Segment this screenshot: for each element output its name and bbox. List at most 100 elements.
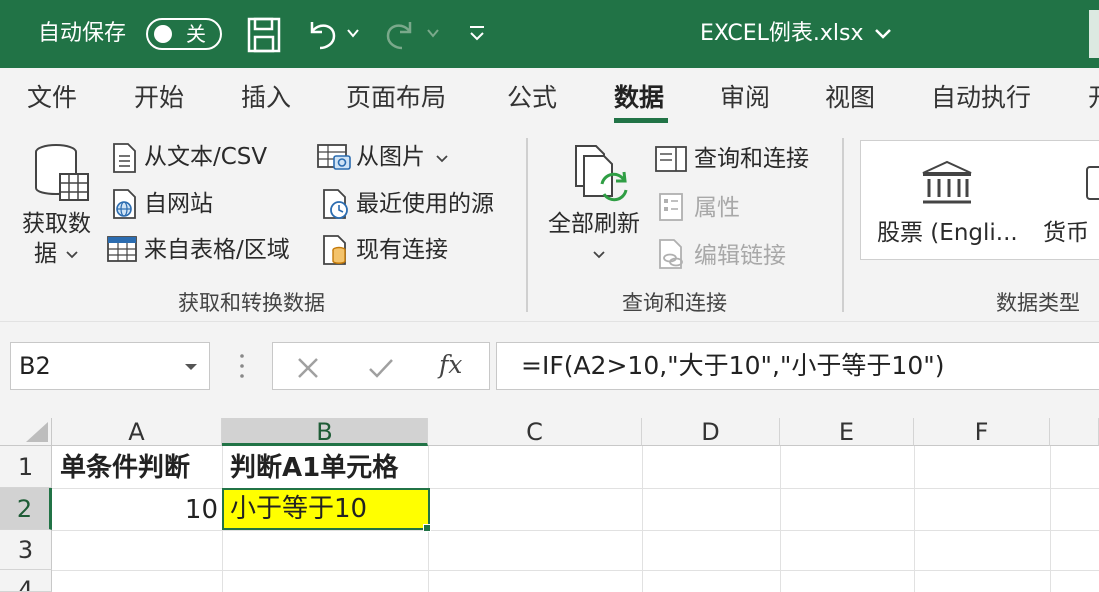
table-range-icon[interactable] bbox=[106, 234, 138, 264]
undo-dropdown-icon[interactable] bbox=[346, 26, 360, 40]
cell-b2-value: 小于等于10 bbox=[230, 494, 368, 524]
grid-line bbox=[642, 446, 643, 592]
grid-line bbox=[52, 570, 1099, 571]
file-title[interactable]: EXCEL例表.xlsx bbox=[700, 20, 864, 48]
name-box-dropdown-icon[interactable] bbox=[183, 361, 199, 373]
properties-button: 属性 bbox=[694, 195, 740, 221]
recent-sources-button[interactable]: 最近使用的源 bbox=[356, 190, 494, 218]
formula-bar-grip-icon[interactable] bbox=[238, 352, 246, 380]
ribbon-tabs: 文件 开始 插入 页面布局 公式 数据 审阅 视图 自动执行 开 bbox=[0, 68, 1099, 126]
select-all-corner[interactable] bbox=[0, 418, 52, 446]
formula-buttons: fx bbox=[272, 342, 490, 390]
fill-handle[interactable] bbox=[423, 524, 431, 532]
name-box[interactable]: B2 bbox=[10, 342, 210, 390]
cell-b1[interactable]: 判断A1单元格 bbox=[230, 450, 398, 486]
stocks-data-type[interactable]: 股票 (Engli... bbox=[877, 219, 1018, 247]
tab-insert[interactable]: 插入 bbox=[241, 82, 291, 114]
formula-text: =IF(A2>10,"大于10","小于等于10") bbox=[521, 351, 945, 380]
tab-data[interactable]: 数据 bbox=[614, 82, 664, 114]
existing-connections-button[interactable]: 现有连接 bbox=[356, 236, 448, 264]
grid-line bbox=[1050, 446, 1051, 592]
title-chevron-down-icon[interactable] bbox=[874, 26, 892, 42]
edit-links-button: 编辑链接 bbox=[694, 243, 786, 269]
from-picture-button[interactable]: 从图片 bbox=[356, 143, 425, 171]
autosave-toggle[interactable]: 关 bbox=[146, 18, 222, 50]
currency-icon[interactable] bbox=[1083, 163, 1099, 203]
row-header-4[interactable]: 4 bbox=[0, 570, 52, 592]
recent-sources-icon[interactable] bbox=[320, 188, 350, 220]
title-bar: 自动保存 关 EXCEL例表.xlsx bbox=[0, 0, 1099, 68]
grid-line bbox=[52, 530, 1099, 531]
row-header-3[interactable]: 3 bbox=[0, 530, 52, 570]
data-types-gallery[interactable]: 股票 (Engli... 货币 bbox=[860, 140, 1099, 260]
customize-toolbar-icon[interactable] bbox=[468, 24, 486, 44]
active-tab-underline bbox=[614, 118, 668, 123]
from-web-button[interactable]: 自网站 bbox=[144, 190, 213, 218]
existing-connections-icon[interactable] bbox=[320, 234, 350, 266]
currency-data-type[interactable]: 货币 bbox=[1043, 219, 1089, 247]
queries-connections-icon[interactable] bbox=[654, 144, 688, 174]
redo-dropdown-icon bbox=[427, 29, 439, 38]
column-header-f[interactable]: F bbox=[914, 418, 1050, 446]
tab-automate[interactable]: 自动执行 bbox=[931, 82, 1031, 114]
properties-icon bbox=[659, 193, 683, 221]
grid-line bbox=[780, 446, 781, 592]
from-table-range-button[interactable]: 来自表格/区域 bbox=[144, 236, 290, 264]
web-icon[interactable] bbox=[110, 188, 138, 220]
tab-home[interactable]: 开始 bbox=[134, 82, 184, 114]
database-icon[interactable] bbox=[32, 142, 92, 204]
column-header-g-partial[interactable] bbox=[1050, 418, 1099, 446]
grid-line bbox=[914, 446, 915, 592]
get-data-label-1[interactable]: 获取数 bbox=[22, 210, 91, 238]
insert-function-button[interactable]: fx bbox=[439, 351, 462, 379]
tab-developer-partial[interactable]: 开 bbox=[1088, 82, 1099, 114]
cancel-entry-icon[interactable] bbox=[295, 355, 321, 381]
grid-line bbox=[52, 488, 1099, 489]
select-all-triangle-icon[interactable] bbox=[18, 420, 50, 444]
get-data-label-2[interactable]: 据 bbox=[34, 240, 57, 268]
cell-b2[interactable]: 小于等于10 bbox=[222, 488, 430, 530]
formula-input[interactable]: =IF(A2>10,"大于10","小于等于10") bbox=[496, 342, 1099, 390]
group-label-get-transform: 获取和转换数据 bbox=[178, 291, 325, 315]
cell-a2[interactable]: 10 bbox=[60, 492, 218, 528]
from-text-csv-button[interactable]: 从文本/CSV bbox=[144, 143, 267, 171]
from-picture-chevron-icon[interactable] bbox=[436, 154, 448, 164]
spreadsheet-grid: A B C D E F 1 2 3 4 单条件判断 判断A1单元格 10 小于等… bbox=[0, 418, 1099, 592]
group-label-data-types: 数据类型 bbox=[996, 291, 1080, 315]
column-header-d[interactable]: D bbox=[642, 418, 780, 446]
name-box-value: B2 bbox=[19, 352, 51, 380]
confirm-entry-icon[interactable] bbox=[367, 355, 395, 381]
text-file-icon[interactable] bbox=[110, 142, 138, 174]
autosave-state: 关 bbox=[186, 22, 206, 46]
row-header-1[interactable]: 1 bbox=[0, 446, 52, 488]
tab-view[interactable]: 视图 bbox=[825, 82, 875, 114]
tab-review[interactable]: 审阅 bbox=[720, 82, 770, 114]
tab-file[interactable]: 文件 bbox=[27, 82, 77, 114]
toggle-knob bbox=[154, 25, 172, 43]
group-label-queries: 查询和连接 bbox=[622, 291, 727, 315]
autosave-label: 自动保存 bbox=[38, 21, 127, 46]
column-header-c[interactable]: C bbox=[428, 418, 642, 446]
refresh-all-chevron-icon[interactable] bbox=[593, 250, 605, 260]
stocks-bank-icon[interactable] bbox=[919, 159, 975, 207]
refresh-all-icon[interactable] bbox=[570, 142, 632, 206]
row-header-2[interactable]: 2 bbox=[0, 488, 52, 530]
refresh-all-button[interactable]: 全部刷新 bbox=[548, 210, 640, 238]
formula-bar-area: B2 fx =IF(A2>10,"大于10","小于等于10") bbox=[0, 322, 1099, 418]
tab-page-layout[interactable]: 页面布局 bbox=[346, 82, 446, 114]
window-edge-strip bbox=[1089, 10, 1099, 58]
save-icon[interactable] bbox=[246, 16, 282, 54]
column-header-a[interactable]: A bbox=[52, 418, 222, 446]
group-separator-2 bbox=[842, 138, 844, 312]
tab-formulas[interactable]: 公式 bbox=[507, 82, 557, 114]
cell-a1[interactable]: 单条件判断 bbox=[60, 450, 190, 486]
undo-icon[interactable] bbox=[304, 16, 340, 52]
group-separator-1 bbox=[526, 138, 528, 312]
picture-icon[interactable] bbox=[316, 142, 352, 172]
get-data-chevron-icon[interactable] bbox=[66, 250, 78, 260]
queries-connections-button[interactable]: 查询和连接 bbox=[694, 145, 809, 173]
edit-links-icon bbox=[659, 239, 683, 269]
column-header-b[interactable]: B bbox=[222, 418, 428, 446]
column-header-e[interactable]: E bbox=[780, 418, 914, 446]
redo-icon bbox=[386, 22, 412, 50]
